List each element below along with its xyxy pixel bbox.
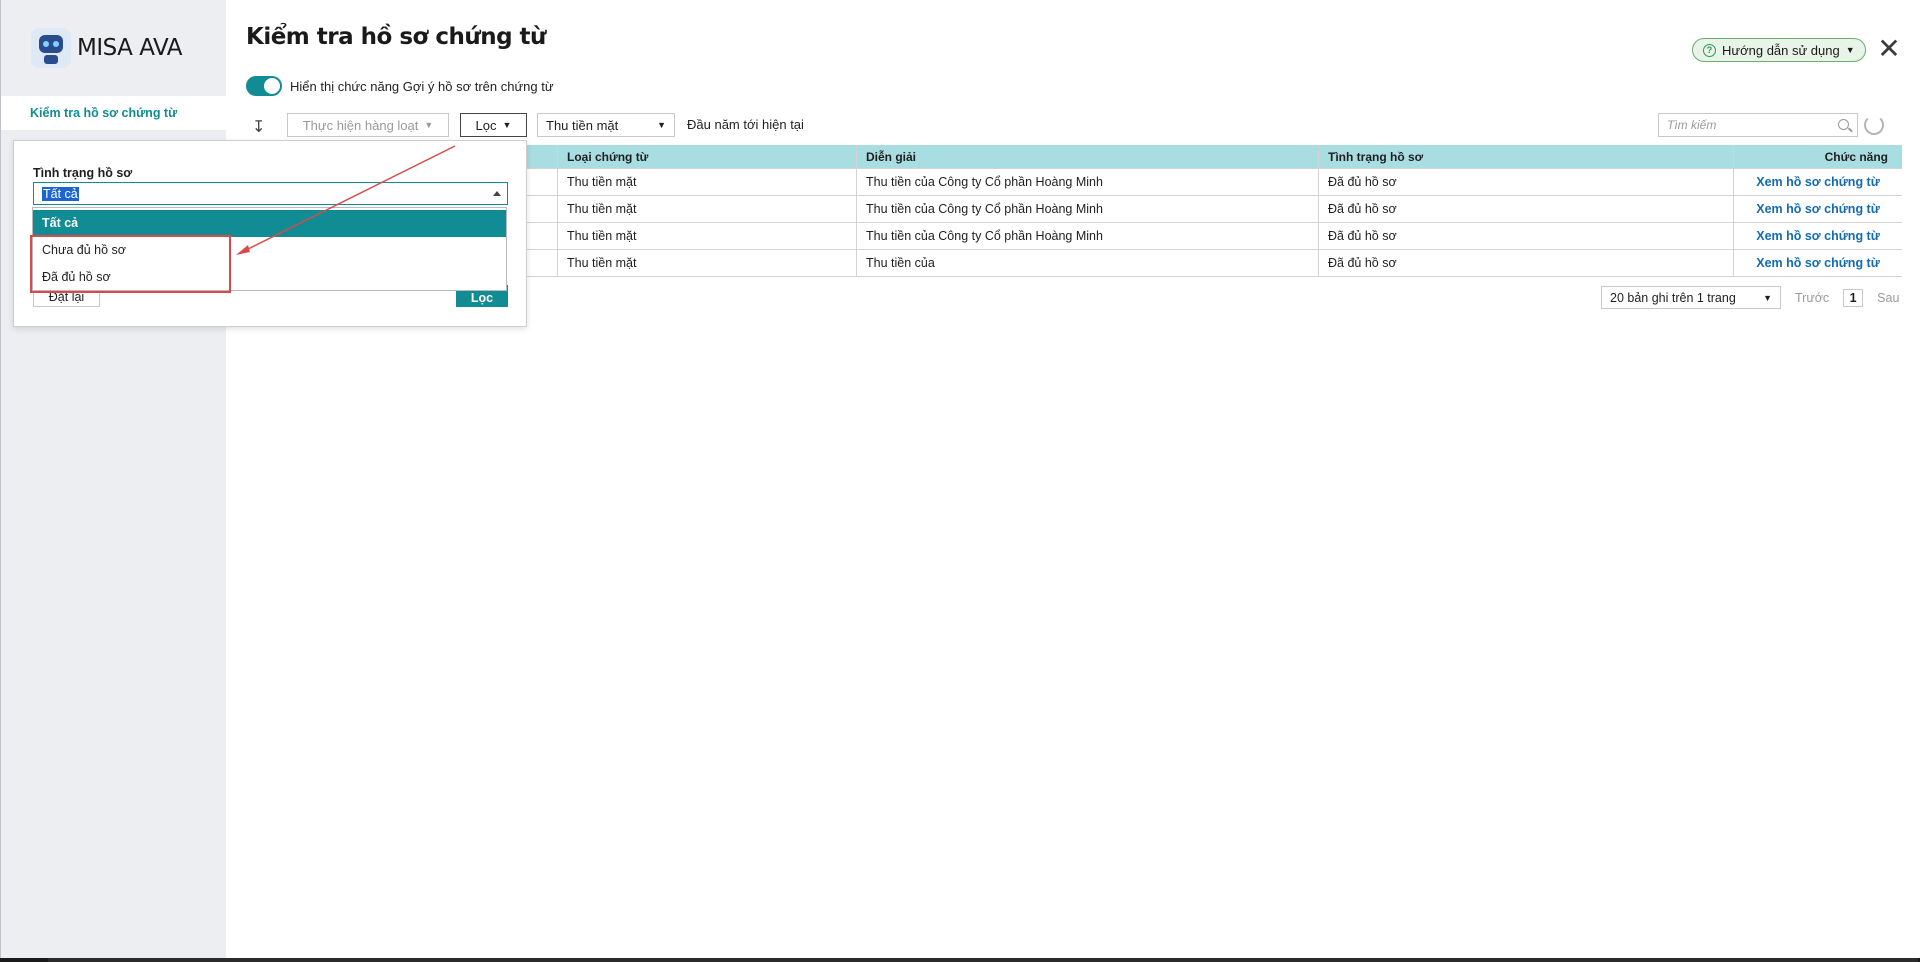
status-cell: Đã đủ hồ sơ <box>1318 250 1733 276</box>
chevron-down-icon: ▼ <box>424 120 434 130</box>
status-cell: Đã đủ hồ sơ <box>1318 223 1733 249</box>
description-cell: Thu tiền của <box>856 250 1318 276</box>
sidebar-item-document-check[interactable]: Kiểm tra hồ sơ chứng từ <box>1 96 227 130</box>
suggestion-toggle-label: Hiển thị chức năng Gợi ý hồ sơ trên chứn… <box>290 78 554 94</box>
page-size-label: 20 bản ghi trên 1 trang <box>1610 290 1736 305</box>
search-placeholder: Tìm kiếm <box>1667 118 1717 132</box>
help-guide-label: Hướng dẫn sử dụng <box>1722 42 1840 58</box>
refresh-icon[interactable] <box>1864 115 1884 135</box>
caret-down-icon: ▼ <box>1763 292 1772 303</box>
description-cell: Thu tiền của Công ty Cổ phần Hoàng Minh <box>856 223 1318 249</box>
pagination: 20 bản ghi trên 1 trang ▼ Trước 1 Sau <box>1601 286 1899 309</box>
status-cell: Đã đủ hồ sơ <box>1318 196 1733 222</box>
filter-button-label: Lọc <box>475 117 497 133</box>
close-icon[interactable]: ✕ <box>1876 35 1902 63</box>
help-guide-button[interactable]: ? Hướng dẫn sử dụng ▼ <box>1692 38 1866 62</box>
page-size-select[interactable]: 20 bản ghi trên 1 trang ▼ <box>1601 286 1781 309</box>
view-documents-link[interactable]: Xem hồ sơ chứng từ <box>1733 250 1902 276</box>
status-filter-label: Tình trạng hồ sơ <box>33 166 133 180</box>
option-all[interactable]: Tất cả <box>33 210 506 237</box>
doc-type-cell: Thu tiền mặt <box>557 196 856 222</box>
search-input[interactable]: Tìm kiếm <box>1658 113 1858 137</box>
view-documents-link[interactable]: Xem hồ sơ chứng từ <box>1733 169 1902 195</box>
column-header-doc-type: Loại chứng từ <box>557 145 856 168</box>
sort-icon[interactable]: ↧ <box>252 117 265 136</box>
robot-logo-icon <box>31 28 71 68</box>
chevron-down-icon: ▼ <box>502 120 512 130</box>
view-documents-link[interactable]: Xem hồ sơ chứng từ <box>1733 196 1902 222</box>
caret-down-icon: ▼ <box>657 120 666 130</box>
status-filter-value: Tất cả <box>42 186 79 201</box>
chevron-down-icon: ▼ <box>1845 45 1855 55</box>
bottom-edge <box>48 958 1918 962</box>
description-cell: Thu tiền của Công ty Cổ phần Hoàng Minh <box>856 196 1318 222</box>
column-header-status: Tình trạng hồ sơ <box>1318 145 1733 168</box>
suggestion-toggle[interactable] <box>246 76 282 96</box>
suggestion-toggle-row: Hiển thị chức năng Gợi ý hồ sơ trên chứn… <box>246 76 554 96</box>
current-page[interactable]: 1 <box>1843 288 1864 307</box>
doc-type-cell: Thu tiền mặt <box>557 250 856 276</box>
annotation-highlight-box <box>30 235 231 293</box>
document-type-select[interactable]: Thu tiền mặt ▼ <box>537 113 675 137</box>
prev-page-link[interactable]: Trước <box>1795 291 1829 305</box>
status-filter-select[interactable]: Tất cả <box>33 182 508 205</box>
document-type-value: Thu tiền mặt <box>546 117 619 133</box>
brand-name: MISA AVA <box>77 35 182 61</box>
bulk-action-label: Thực hiện hàng loạt <box>302 117 419 133</box>
status-cell: Đã đủ hồ sơ <box>1318 169 1733 195</box>
brand: MISA AVA <box>31 28 182 68</box>
column-header-actions: Chức năng <box>1733 145 1902 168</box>
caret-up-icon <box>493 191 501 196</box>
period-filter[interactable]: Đầu năm tới hiện tại <box>687 117 804 132</box>
bulk-action-button[interactable]: Thực hiện hàng loạt ▼ <box>287 113 449 137</box>
question-icon: ? <box>1703 43 1716 57</box>
search-icon <box>1838 119 1849 130</box>
page-title: Kiểm tra hồ sơ chứng từ <box>246 24 546 50</box>
doc-type-cell: Thu tiền mặt <box>557 223 856 249</box>
filter-button[interactable]: Lọc ▼ <box>460 113 527 137</box>
view-documents-link[interactable]: Xem hồ sơ chứng từ <box>1733 223 1902 249</box>
description-cell: Thu tiền của Công ty Cổ phần Hoàng Minh <box>856 169 1318 195</box>
next-page-link[interactable]: Sau <box>1877 291 1899 305</box>
column-header-description: Diễn giải <box>856 145 1318 168</box>
doc-type-cell: Thu tiền mặt <box>557 169 856 195</box>
